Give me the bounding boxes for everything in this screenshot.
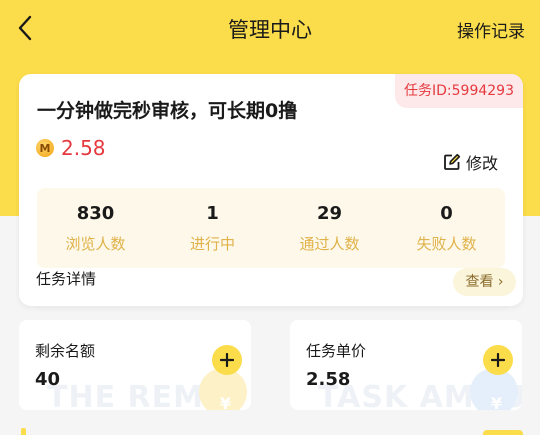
navbar: 管理中心 操作记录 (0, 0, 540, 60)
task-id-badge: 任务ID:5994293 (395, 74, 523, 108)
task-card: 任务ID:5994293 一分钟做完秒审核，可长期0撸 M 2.58 修改 83… (19, 74, 523, 306)
stat-passed: 29 通过人数 (271, 188, 388, 268)
stat-label: 失败人数 (416, 235, 477, 253)
yen-watermark-icon: ¥ (490, 394, 502, 410)
remaining-quota-card: THE REMAI ¥ 剩余名额 40 (19, 320, 251, 410)
stat-value: 830 (76, 203, 115, 224)
unit-price-label: 任务单价 (306, 342, 367, 360)
remaining-quota-value: 40 (35, 369, 61, 390)
add-quota-button[interactable] (212, 345, 242, 375)
plus-icon (220, 353, 234, 367)
stat-label: 进行中 (189, 235, 235, 253)
edit-button[interactable]: 修改 (443, 150, 498, 174)
remaining-quota-label: 剩余名额 (35, 342, 96, 360)
operation-log-link[interactable]: 操作记录 (457, 17, 525, 42)
coin-icon: M (36, 139, 54, 157)
stat-views: 830 浏览人数 (37, 188, 154, 268)
stats-panel: 830 浏览人数 1 进行中 29 通过人数 0 失败人数 (37, 188, 505, 268)
task-detail-label: 任务详情 (36, 270, 97, 288)
task-price: 2.58 (61, 136, 106, 160)
edit-label: 修改 (465, 154, 498, 173)
yen-watermark-icon: ¥ (219, 394, 231, 410)
view-detail-button[interactable]: 查看 › (453, 268, 516, 296)
price-row: M 2.58 (36, 136, 106, 160)
stat-value: 29 (316, 203, 343, 224)
section-action-peek (483, 430, 523, 435)
section-accent-bar (21, 428, 26, 435)
unit-price-value: 2.58 (306, 369, 351, 390)
stat-failed: 0 失败人数 (388, 188, 505, 268)
edit-icon (444, 153, 461, 170)
raise-price-button[interactable] (483, 345, 513, 375)
task-title: 一分钟做完秒审核，可长期0撸 (37, 100, 298, 122)
plus-icon (491, 353, 505, 367)
stat-in-progress: 1 进行中 (154, 188, 271, 268)
unit-price-card: TASK AMOU ¥ 任务单价 2.58 (290, 320, 522, 410)
stat-label: 浏览人数 (65, 235, 126, 253)
stat-value: 1 (206, 203, 219, 224)
stat-label: 通过人数 (299, 235, 360, 253)
stat-value: 0 (440, 203, 453, 224)
